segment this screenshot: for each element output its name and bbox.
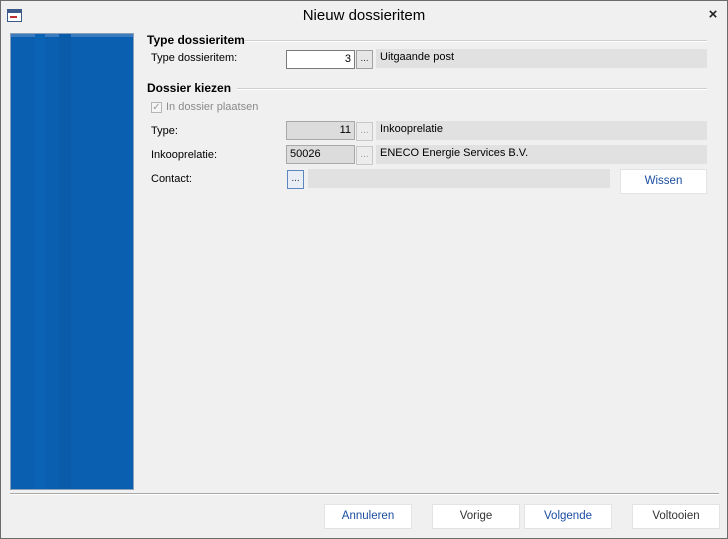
close-icon[interactable]: × xyxy=(705,7,721,23)
volgende-button-label: Volgende xyxy=(544,510,592,522)
annuleren-button[interactable]: Annuleren xyxy=(324,504,412,529)
dialog-window: Nieuw dossieritem × Type dossieritem Typ… xyxy=(0,0,728,539)
vorige-button[interactable]: Vorige xyxy=(432,504,520,529)
type-dossieritem-label: Type dossieritem: xyxy=(151,52,238,64)
inkooprelatie-input[interactable]: 50026 xyxy=(286,145,355,164)
contact-description xyxy=(308,169,610,188)
dossier-type-lookup-button[interactable]: ... xyxy=(356,122,373,141)
voltooien-button[interactable]: Voltooien xyxy=(632,504,720,529)
dossier-type-label: Type: xyxy=(151,125,178,137)
vorige-button-label: Vorige xyxy=(459,510,493,522)
type-dossieritem-input[interactable]: 3 xyxy=(286,50,355,69)
voltooien-button-label: Voltooien xyxy=(652,510,700,522)
section-divider xyxy=(237,88,707,90)
wissen-button[interactable]: Wissen xyxy=(620,169,707,194)
side-banner-image xyxy=(10,33,134,490)
dossier-type-input[interactable]: 11 xyxy=(286,121,355,140)
wissen-button-label: Wissen xyxy=(644,175,683,187)
in-dossier-plaatsen-checkbox[interactable]: ✓ xyxy=(151,102,162,113)
section-divider xyxy=(245,40,707,42)
in-dossier-plaatsen-label: In dossier plaatsen xyxy=(166,101,259,113)
title-bar: Nieuw dossieritem × xyxy=(1,1,727,30)
dossier-type-description: Inkooprelatie xyxy=(376,121,707,140)
type-dossieritem-description: Uitgaande post xyxy=(376,49,707,68)
section-title-type-dossieritem: Type dossieritem xyxy=(147,33,245,47)
contact-label: Contact: xyxy=(151,173,192,185)
window-title: Nieuw dossieritem xyxy=(302,7,426,24)
contact-lookup-button[interactable]: ... xyxy=(287,170,304,189)
footer-divider xyxy=(10,493,719,495)
annuleren-button-label: Annuleren xyxy=(341,510,395,522)
inkooprelatie-description: ENECO Energie Services B.V. xyxy=(376,145,707,164)
inkooprelatie-label: Inkooprelatie: xyxy=(151,149,218,161)
inkooprelatie-lookup-button[interactable]: ... xyxy=(356,146,373,165)
volgende-button[interactable]: Volgende xyxy=(524,504,612,529)
type-dossieritem-lookup-button[interactable]: ... xyxy=(356,50,373,69)
section-title-dossier-kiezen: Dossier kiezen xyxy=(147,81,232,95)
